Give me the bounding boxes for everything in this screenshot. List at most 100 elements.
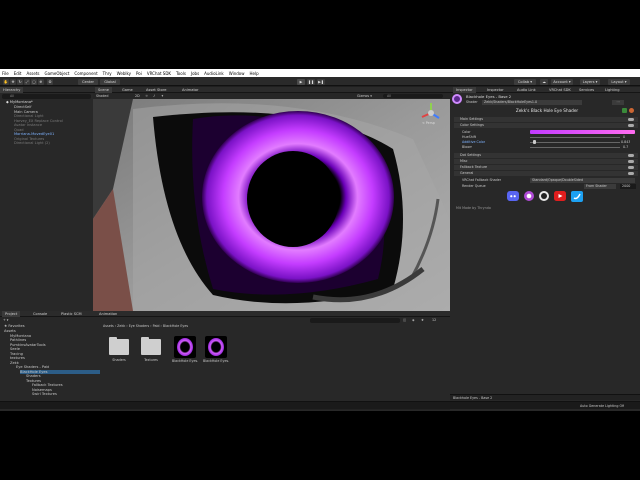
menu-edit[interactable]: Edit [14, 71, 22, 76]
pivot-global-toggle[interactable]: Global [100, 78, 120, 85]
slider-handle[interactable] [533, 140, 536, 144]
section-toggle[interactable] [628, 166, 634, 169]
section-toggle[interactable] [628, 124, 634, 127]
account-dropdown[interactable]: Account ▾ [551, 78, 573, 85]
github-icon[interactable] [539, 191, 549, 201]
filter-type-icon[interactable]: ◫ [403, 318, 406, 322]
menu-help[interactable]: Help [250, 71, 259, 76]
render-queue-value-field[interactable]: 2000 [620, 183, 636, 189]
breadcrumb-item[interactable]: BlackHole Eyes [163, 324, 188, 328]
tab-console[interactable]: Console [30, 311, 50, 317]
layout-dropdown[interactable]: Layout ▾ [608, 78, 630, 85]
settings-icon[interactable] [629, 108, 634, 113]
section-toggle[interactable] [628, 160, 634, 163]
scene-search-input[interactable]: All [383, 93, 443, 98]
shading-mode-dropdown[interactable]: Shaded [96, 94, 108, 98]
play-button[interactable]: ▶ [297, 78, 305, 85]
project-search-input[interactable] [310, 317, 400, 323]
tab-audio-link[interactable]: Audio Link [514, 87, 539, 93]
layers-dropdown[interactable]: Layers ▾ [580, 78, 600, 85]
menu-file[interactable]: File [2, 71, 9, 76]
twitter-icon[interactable] [571, 191, 583, 202]
section-general[interactable]: General [454, 171, 638, 176]
hand-tool-icon[interactable]: ✋ [3, 78, 9, 85]
asset-folder-shaders[interactable]: Shaders [108, 337, 130, 362]
breadcrumb-item[interactable]: Zekk [117, 324, 125, 328]
tree-favorites[interactable]: ★ Favorites [4, 324, 25, 329]
bloom-slider[interactable] [530, 146, 620, 148]
bloom-value[interactable]: 0.7 [623, 145, 628, 149]
section-main-settings[interactable]: Main Settings [454, 117, 638, 122]
2d-toggle[interactable]: 2D [135, 94, 140, 98]
additive-color-slider[interactable] [530, 141, 620, 143]
tab-plastic-scm[interactable]: Plastic SCM [58, 311, 85, 317]
pivot-center-toggle[interactable]: Center [78, 78, 98, 85]
menu-audiolink[interactable]: AudioLink [204, 71, 224, 76]
lighting-toggle-icon[interactable]: ☼ [145, 94, 148, 98]
tab-inspector[interactable]: Inspector [453, 87, 476, 93]
filter-label-icon[interactable]: ◈ [412, 318, 415, 322]
discord-icon[interactable] [507, 191, 519, 201]
asset-material-2[interactable]: BlackHole Eyes... [203, 336, 229, 363]
rect-tool-icon[interactable]: ▢ [31, 78, 37, 85]
add-asset-button[interactable]: + ▾ [3, 318, 8, 322]
tab-vrchat-sdk[interactable]: VRChat SDK [546, 87, 574, 93]
rotate-tool-icon[interactable]: ↻ [17, 78, 23, 85]
pause-button[interactable]: ❚❚ [307, 78, 315, 85]
section-fallback-texture[interactable]: Fallback Texture [454, 165, 638, 170]
section-toggle[interactable] [628, 172, 634, 175]
tab-project[interactable]: Project [2, 311, 21, 317]
section-toggle[interactable] [628, 118, 634, 121]
hierarchy-scene-root[interactable]: ◆ MyMorriana* [6, 100, 91, 105]
move-tool-icon[interactable]: ✥ [10, 78, 16, 85]
asset-folder-textures[interactable]: Textures [140, 337, 162, 362]
menu-gameobject[interactable]: GameObject [44, 71, 69, 76]
tab-inspector-2[interactable]: Inspector [484, 87, 507, 93]
transform-tool-icon[interactable]: ⊕ [38, 78, 44, 85]
scene-viewport[interactable]: < Persp [93, 99, 450, 311]
section-misc[interactable]: Misc [454, 159, 638, 164]
menu-assets[interactable]: Assets [26, 71, 39, 76]
breadcrumb-item[interactable]: Eye Shaders [129, 324, 150, 328]
section-toggle[interactable] [628, 154, 634, 157]
menu-component[interactable]: Component [74, 71, 97, 76]
audio-toggle-icon[interactable]: ♪ [153, 94, 155, 98]
effects-toggle-icon[interactable]: ✦ [161, 94, 164, 98]
menu-jobs[interactable]: Jobs [191, 71, 199, 76]
scale-tool-icon[interactable]: ⤢ [24, 78, 30, 85]
hueshift-slider[interactable] [530, 136, 620, 138]
youtube-icon[interactable] [554, 191, 566, 201]
menu-vrchat-sdk[interactable]: VRChat SDK [147, 71, 171, 76]
tab-lighting[interactable]: Lighting [602, 87, 623, 93]
tab-animation[interactable]: Animation [96, 311, 120, 317]
asset-material-1[interactable]: BlackHole Eyes... [172, 336, 198, 363]
fallback-shader-dropdown[interactable]: Standard/Opaque/DoubleSided [530, 177, 635, 183]
tab-services[interactable]: Services [576, 87, 597, 93]
locale-icon[interactable] [622, 108, 627, 113]
menu-thry[interactable]: Thry [103, 71, 112, 76]
color-swatch-field[interactable] [530, 129, 635, 134]
hierarchy-item[interactable]: Directional Light (2) [14, 141, 91, 146]
breadcrumb-item[interactable]: Assets [103, 324, 114, 328]
gizmos-dropdown[interactable]: Gizmos ▾ [357, 94, 372, 98]
render-queue-mode-dropdown[interactable]: From Shader [584, 183, 616, 189]
tree-item[interactable]: Swirl Textures [32, 392, 57, 397]
hueshift-value[interactable]: 0 [623, 135, 625, 139]
favorite-star-icon[interactable]: ★ [421, 318, 424, 322]
section-color-settings[interactable]: Color Settings [454, 123, 638, 128]
shader-edit-button[interactable]: ⋯ [612, 99, 624, 105]
custom-tool-icon[interactable]: ⚙ [47, 78, 53, 85]
shader-dropdown[interactable]: Zekk/Shaders/BlackHoleEyes1.0 [482, 99, 582, 105]
menu-weblky[interactable]: Weblky [117, 71, 131, 76]
patreon-icon[interactable] [524, 191, 534, 201]
tab-hierarchy[interactable]: Hierarchy [0, 87, 24, 93]
hierarchy-search-input[interactable]: All [2, 94, 91, 99]
step-button[interactable]: ▶❚ [317, 78, 325, 85]
additive-color-value[interactable]: 0.843 [621, 140, 630, 144]
scene-orientation-gizmo[interactable]: < Persp [418, 101, 444, 125]
breadcrumb-item[interactable]: Paid [153, 324, 160, 328]
section-dot-settings[interactable]: Dot Settings [454, 153, 638, 158]
menu-poi[interactable]: Poi [136, 71, 142, 76]
perspective-label[interactable]: < Persp [422, 121, 435, 125]
cloud-icon[interactable]: ☁ [540, 78, 548, 85]
